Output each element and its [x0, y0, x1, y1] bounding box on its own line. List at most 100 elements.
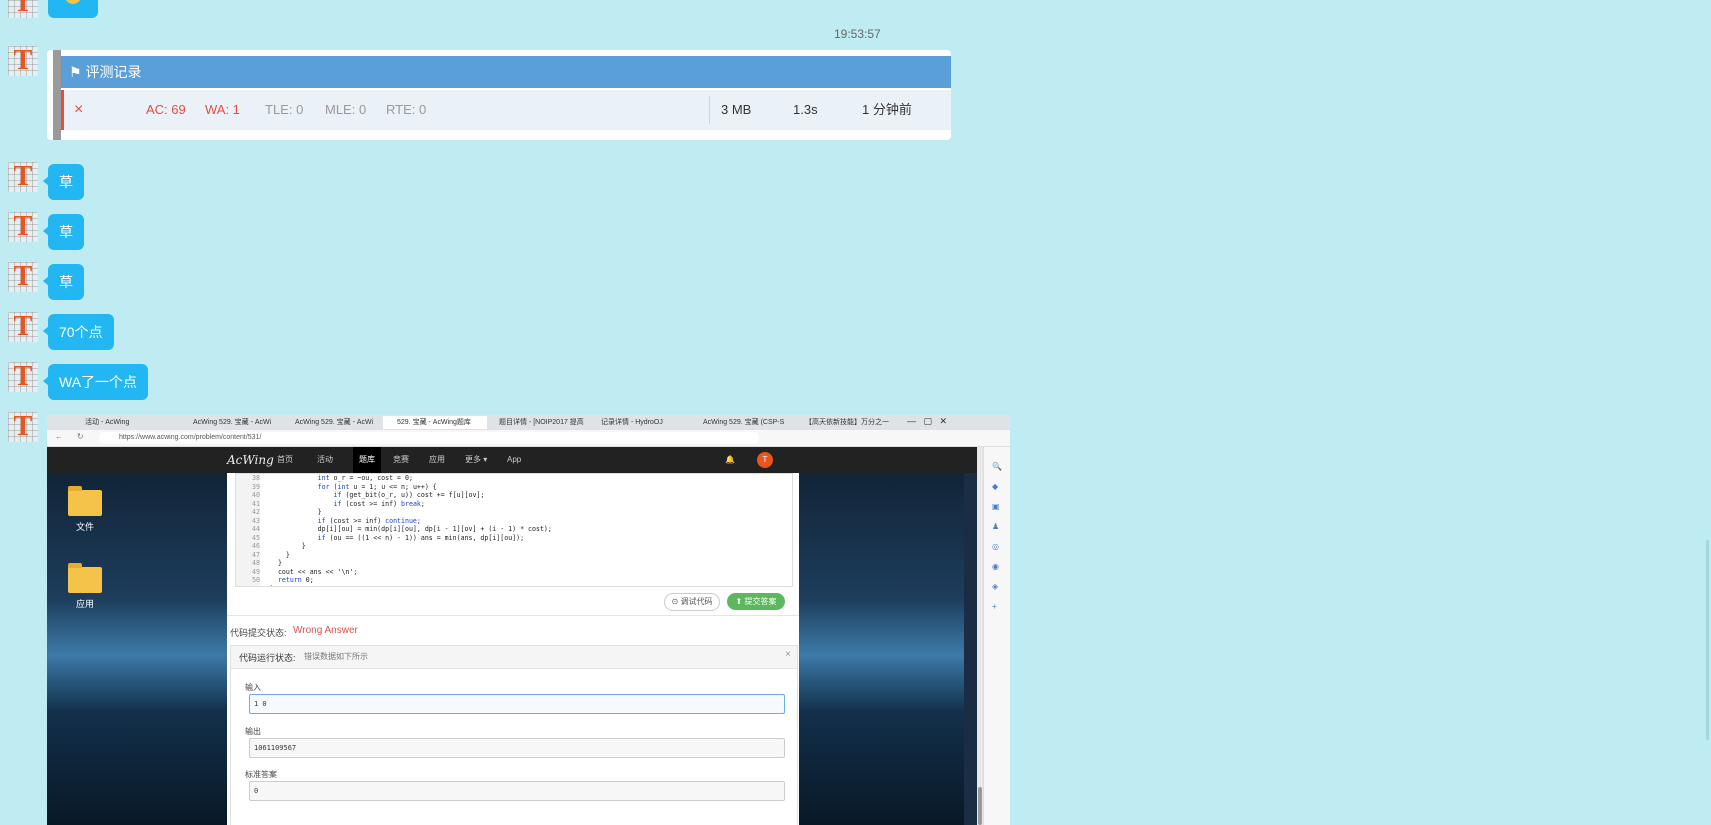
desktop-icon-apps[interactable]: 应用 [55, 563, 115, 610]
memory-usage: 3 MB [721, 102, 752, 117]
output-label: 输出 [245, 727, 261, 736]
nav-item[interactable]: 更多 ▾ [465, 447, 487, 473]
screenshot-image[interactable]: 活动 - AcWing AcWing 529. 宝藏 - AcWi AcWing… [47, 415, 1010, 825]
submit-answer-button[interactable]: ⬆ 提交答案 [727, 593, 785, 610]
window-controls-icon[interactable]: — ▢ ✕ [907, 416, 947, 427]
run-status-value: 错误数据如下所示 [304, 652, 368, 661]
nav-item[interactable]: App [507, 447, 521, 473]
line-number: 47 [236, 550, 260, 559]
code-line: if (ou == ((1 << n) - 1)) ans = min(ans,… [317, 533, 525, 542]
site-nav-bar: AcWing 首页 活动 题库 竞赛 应用 更多 ▾ App 🔔 T [47, 447, 977, 473]
browser-tab-bar: 活动 - AcWing AcWing 529. 宝藏 - AcWi AcWing… [47, 415, 1010, 430]
mle-count: MLE: 0 [325, 102, 367, 117]
tle-count: TLE: 0 [265, 102, 304, 117]
avatar[interactable]: T [8, 0, 38, 18]
judge-record-header: ⚑ 评测记录 [61, 56, 951, 88]
divider [227, 615, 799, 616]
avatar[interactable]: T [8, 362, 38, 392]
avatar[interactable]: T [8, 412, 38, 442]
back-icon[interactable]: ← [55, 432, 63, 441]
problem-panel: 38 int o_r = ~ou, cost = 0; 39 for (int u… [227, 473, 799, 825]
nav-item[interactable]: 首页 [277, 447, 293, 473]
folder-icon [68, 563, 102, 593]
browser-tab[interactable]: 题目详情 - [NOIP2017 提高 [485, 416, 589, 429]
message-bubble[interactable]: 草 [43, 164, 84, 200]
nav-item[interactable]: 竞赛 [393, 447, 409, 473]
time-usage: 1.3s [793, 102, 818, 117]
avatar[interactable]: T [8, 312, 38, 342]
ac-count: AC: 69 [146, 102, 186, 117]
expected-field[interactable]: 0 [249, 781, 785, 801]
judge-record-card[interactable]: ⚑ 评测记录 × AC: 69 WA: 1 TLE: 0 MLE: 0 RTE:… [47, 50, 951, 140]
reload-icon[interactable]: ↻ [77, 432, 84, 441]
input-field[interactable]: 1 0 [249, 694, 785, 714]
message-bubble[interactable]: 草 [43, 264, 84, 300]
browser-tab[interactable]: AcWing 529. 宝藏 (CSP-S [689, 416, 793, 429]
code-line: if (cost >= inf) continue; [317, 516, 421, 525]
judge-record-row[interactable]: × AC: 69 WA: 1 TLE: 0 MLE: 0 RTE: 0 3 MB… [61, 90, 951, 130]
avatar[interactable]: T [8, 262, 38, 292]
run-status-label: 代码运行状态: [239, 653, 296, 663]
row-divider [709, 96, 710, 124]
line-number: 48 [236, 559, 260, 568]
site-logo[interactable]: AcWing [227, 447, 274, 473]
nav-item-active[interactable]: 题库 [353, 447, 381, 473]
message-bubble[interactable]: 70个点 [43, 314, 114, 350]
code-line: } [270, 542, 306, 550]
bell-icon[interactable]: 🔔 [725, 447, 735, 473]
desktop-icon-files[interactable]: 文件 [55, 486, 115, 533]
nav-item[interactable]: 应用 [429, 447, 445, 473]
code-line: cout << ans << '\n'; [270, 567, 358, 576]
line-number: 44 [236, 525, 260, 534]
image-bubble-fragment[interactable] [48, 0, 98, 18]
code-line: return 0; [277, 576, 314, 584]
browser-tab[interactable]: AcWing 529. 宝藏 - AcWi [281, 416, 385, 429]
code-line: } [270, 559, 282, 567]
message-bubble[interactable]: 草 [43, 214, 84, 250]
input-label: 输入 [245, 683, 261, 692]
line-number: 50 [236, 576, 260, 585]
code-line: } [270, 585, 274, 587]
sidebar-icons[interactable]: 🔍 ◆ ▣ ♟ ◎ ◉ ◈ + [992, 457, 1002, 617]
line-number: 40 [236, 491, 260, 500]
browser-tab-active[interactable]: 529. 宝藏 - AcWing题库 [383, 416, 487, 429]
flag-icon: ⚑ [69, 64, 82, 80]
output-field[interactable]: 1061109567 [249, 738, 785, 758]
wa-count: WA: 1 [205, 102, 240, 117]
user-avatar[interactable]: T [757, 452, 773, 468]
debug-code-button[interactable]: ⊙ 调试代码 [664, 593, 720, 611]
code-line: dp[i][ou] = min(dp[i][ou], dp[i - 1][ov]… [270, 525, 552, 533]
code-line: } [270, 508, 322, 516]
page-scrollbar[interactable] [977, 447, 983, 825]
line-number: 42 [236, 508, 260, 517]
address-bar: ← ↻ https://www.acwing.com/problem/conte… [47, 430, 1010, 447]
browser-tab[interactable]: 【高天依新技能】万分之一 [791, 416, 895, 429]
folder-icon [68, 486, 102, 516]
line-number: 45 [236, 533, 260, 542]
close-icon[interactable]: × [785, 649, 791, 660]
code-line: for (int u = 1; u <= n; u++) { [317, 482, 437, 491]
nav-item[interactable]: 活动 [317, 447, 333, 473]
submitted-ago: 1 分钟前 [862, 102, 912, 117]
code-editor[interactable]: 38 int o_r = ~ou, cost = 0; 39 for (int u… [235, 473, 793, 587]
avatar[interactable]: T [8, 46, 38, 76]
code-line: if (get_bit(o_r, u)) cost += f[u][ov]; [333, 491, 485, 499]
expected-label: 标准答案 [245, 770, 277, 779]
desktop-icon-label: 应用 [75, 599, 94, 609]
avatar[interactable]: T [8, 212, 38, 242]
line-number: 38 [236, 474, 260, 483]
browser-tab[interactable]: 记录详情 - HydroOJ [587, 416, 691, 429]
message-bubble[interactable]: WA了一个点 [42, 364, 149, 400]
rte-count: RTE: 0 [386, 102, 427, 117]
card-sidebar-bar [53, 50, 61, 140]
browser-tab[interactable]: AcWing 529. 宝藏 - AcWi [179, 416, 283, 429]
judge-record-title: 评测记录 [85, 64, 142, 80]
code-line: int o_r = ~ou, cost = 0; [317, 474, 413, 482]
avatar[interactable]: T [8, 162, 38, 192]
line-number: 41 [236, 499, 260, 508]
run-status-box: 代码运行状态: 错误数据如下所示 × 输入 1 0 输出 1061109567 … [230, 645, 798, 825]
url-field[interactable]: https://www.acwing.com/problem/content/5… [99, 432, 759, 444]
line-number: 39 [236, 482, 260, 491]
chat-scrollbar[interactable] [1704, 0, 1711, 825]
close-icon: × [74, 101, 84, 118]
